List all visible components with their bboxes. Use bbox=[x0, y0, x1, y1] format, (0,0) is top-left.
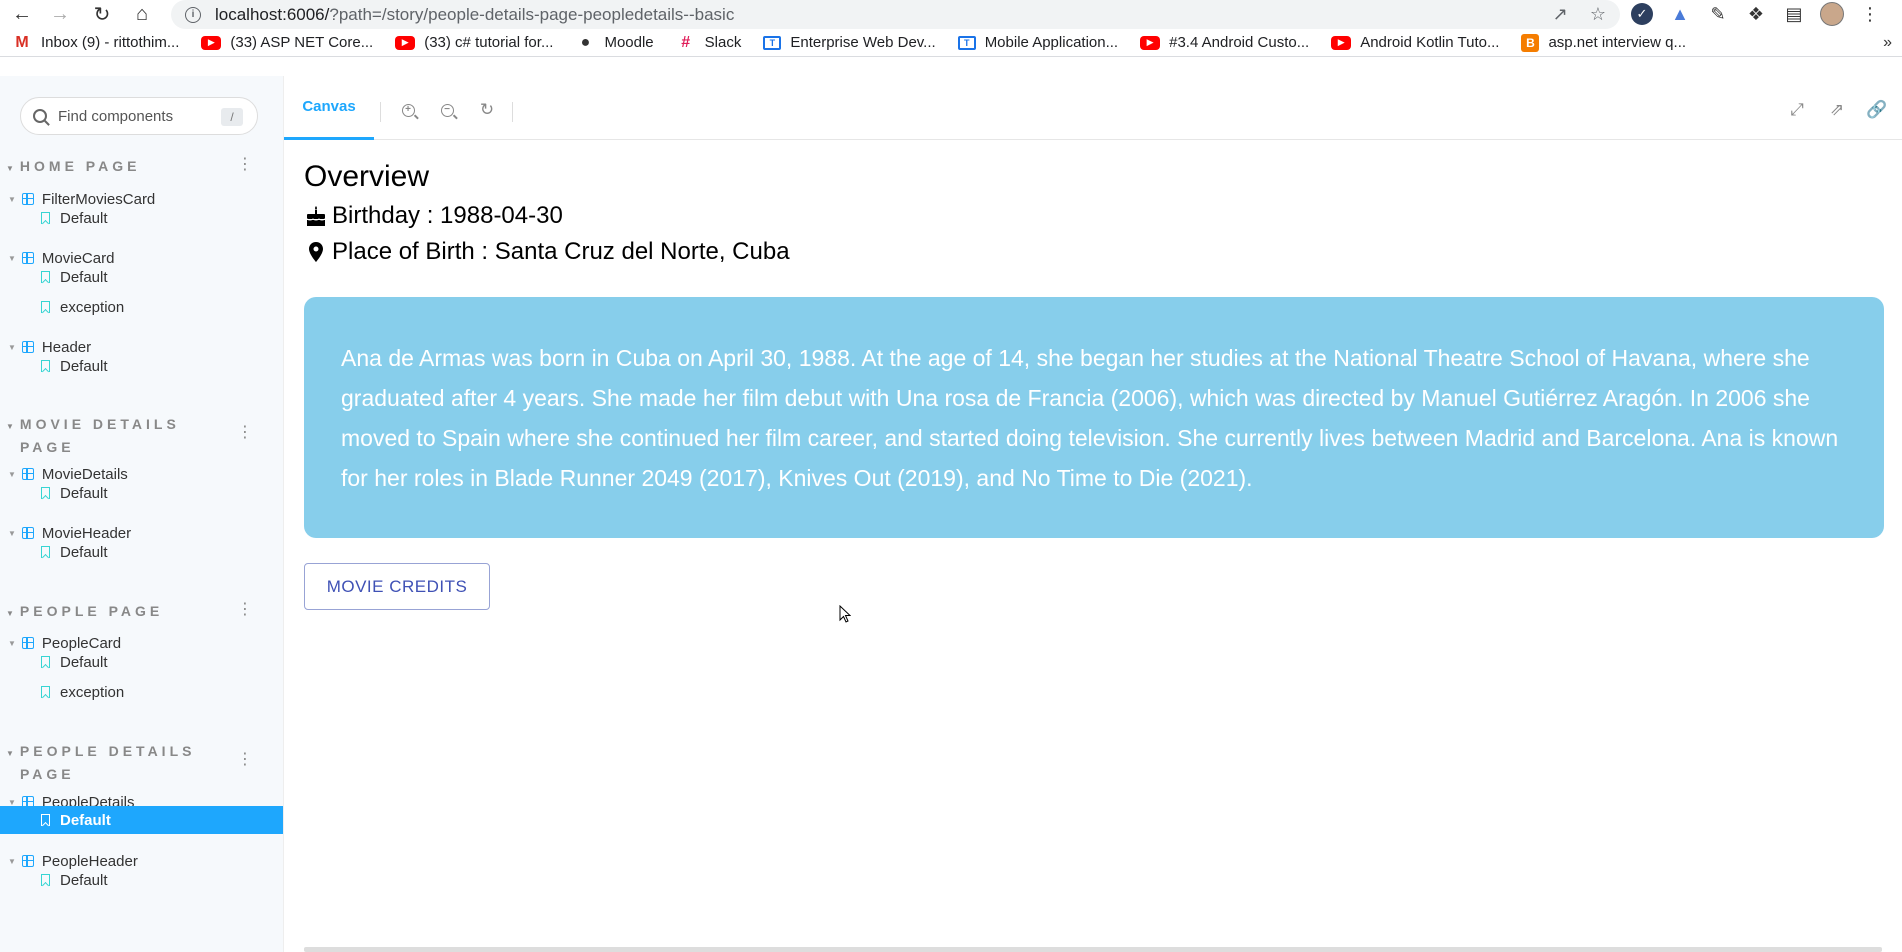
collapse-all-icon[interactable]: ⋮ bbox=[237, 749, 253, 769]
extension-pen-icon[interactable]: ✎ bbox=[1706, 2, 1730, 26]
group-people-page[interactable]: ▼ PEOPLE PAGE bbox=[6, 601, 163, 624]
youtube-icon: ▶ bbox=[201, 35, 222, 50]
story-icon bbox=[41, 212, 50, 224]
story-default[interactable]: Default bbox=[0, 648, 283, 676]
story-exception[interactable]: exception bbox=[0, 678, 283, 706]
preview-toolbar: Canvas + − ↻ ⤢ ⇗ 🔗 bbox=[284, 76, 1902, 140]
open-new-tab-icon[interactable]: ⇗ bbox=[1827, 100, 1847, 120]
search-icon bbox=[33, 109, 47, 123]
story-exception[interactable]: exception bbox=[0, 293, 283, 321]
copy-link-icon[interactable]: 🔗 bbox=[1866, 100, 1887, 120]
slack-icon: # bbox=[681, 33, 691, 51]
toolbar-divider bbox=[380, 102, 381, 122]
bookmarks-bar: M Inbox (9) - rittothim... ▶ (33) ASP NET … bbox=[0, 29, 1902, 57]
bookmark-item[interactable]: # Slack bbox=[676, 33, 741, 52]
bookmark-item[interactable]: ▶ (33) ASP NET Core... bbox=[201, 34, 373, 51]
back-arrow-icon[interactable]: ← bbox=[4, 0, 40, 29]
bookmark-item[interactable]: ▶ #3.4 Android Custo... bbox=[1140, 34, 1309, 51]
collapse-all-icon[interactable]: ⋮ bbox=[237, 599, 253, 619]
horizontal-scrollbar[interactable] bbox=[304, 947, 1882, 952]
group-home-page[interactable]: ▼ HOME PAGE bbox=[6, 156, 140, 179]
blogger-icon: B bbox=[1521, 33, 1540, 52]
story-default[interactable]: Default bbox=[0, 866, 283, 894]
story-icon bbox=[41, 814, 50, 826]
bookmark-item[interactable]: Basp.net interview q... bbox=[1521, 33, 1686, 52]
story-icon bbox=[41, 360, 50, 372]
bookmark-item[interactable]: T Mobile Application... bbox=[957, 34, 1118, 51]
tab-canvas[interactable]: Canvas bbox=[284, 76, 374, 140]
home-icon[interactable]: ⌂ bbox=[124, 0, 160, 29]
overview-heading: Overview bbox=[304, 160, 430, 193]
youtube-icon: ▶ bbox=[1331, 35, 1352, 50]
location-pin-icon bbox=[304, 240, 328, 264]
story-icon bbox=[41, 487, 50, 499]
story-default[interactable]: Default bbox=[0, 479, 283, 507]
story-icon bbox=[41, 686, 50, 698]
t-icon: T bbox=[763, 35, 782, 50]
extension-cap-icon[interactable]: ▲ bbox=[1668, 2, 1692, 26]
side-panel-icon[interactable]: ▤ bbox=[1782, 2, 1806, 26]
story-icon bbox=[41, 271, 50, 283]
story-default[interactable]: Default bbox=[0, 204, 283, 232]
birthday-line: Birthday : 1988-04-30 bbox=[304, 202, 1884, 230]
gmail-icon: M bbox=[15, 33, 29, 51]
collapse-all-icon[interactable]: ⋮ bbox=[237, 422, 253, 442]
biography-card: Ana de Armas was born in Cuba on April 3… bbox=[304, 297, 1884, 538]
story-icon bbox=[41, 546, 50, 558]
story-canvas: Overview Birthday : 1988-04-30 Place of … bbox=[304, 160, 1884, 610]
group-people-details-page[interactable]: ▼ PEOPLE DETAILS PAGE bbox=[6, 741, 195, 784]
story-default[interactable]: Default bbox=[0, 538, 283, 566]
profile-avatar[interactable] bbox=[1820, 2, 1844, 26]
youtube-icon: ▶ bbox=[395, 35, 416, 50]
place-of-birth-text: Place of Birth : Santa Cruz del Norte, C… bbox=[332, 238, 790, 265]
toolbar-divider bbox=[512, 102, 513, 122]
browser-toolbar: ← → ↻ ⌂ i localhost:6006/?path=/story/pe… bbox=[0, 0, 1902, 29]
globe-icon: ● bbox=[580, 33, 591, 51]
bookmarks-overflow-icon[interactable]: » bbox=[1883, 34, 1892, 52]
reload-icon[interactable]: ↻ bbox=[84, 0, 120, 29]
birthday-text: Birthday : 1988-04-30 bbox=[332, 202, 563, 229]
mouse-cursor-icon bbox=[839, 605, 851, 623]
zoom-reset-icon[interactable]: ↻ bbox=[477, 100, 497, 120]
t-icon: T bbox=[957, 35, 976, 50]
search-input[interactable]: Find components / bbox=[20, 97, 258, 135]
collapse-all-icon[interactable]: ⋮ bbox=[237, 154, 253, 174]
star-icon[interactable]: ☆ bbox=[1590, 4, 1606, 25]
story-default[interactable]: Default bbox=[0, 263, 283, 291]
address-bar[interactable]: i localhost:6006/?path=/story/people-det… bbox=[171, 0, 1620, 29]
zoom-out-icon[interactable]: − bbox=[437, 100, 457, 120]
zoom-in-icon[interactable]: + bbox=[398, 100, 418, 120]
bookmark-item[interactable]: ▶ Android Kotlin Tuto... bbox=[1331, 34, 1499, 51]
fullscreen-icon[interactable]: ⤢ bbox=[1787, 100, 1807, 120]
movie-credits-button[interactable]: MOVIE CREDITS bbox=[304, 563, 490, 610]
story-default[interactable]: Default bbox=[0, 352, 283, 380]
story-icon bbox=[41, 301, 50, 313]
extensions-puzzle-icon[interactable]: ❖ bbox=[1744, 2, 1768, 26]
menu-kebab-icon[interactable]: ⋮ bbox=[1858, 2, 1882, 26]
bookmark-item[interactable]: ● Moodle bbox=[575, 33, 654, 52]
site-info-icon[interactable]: i bbox=[185, 6, 201, 23]
bookmark-item[interactable]: ▶ (33) c# tutorial for... bbox=[395, 34, 553, 51]
story-default-selected[interactable]: Default bbox=[0, 806, 283, 834]
extension-check-icon[interactable]: ✓ bbox=[1630, 2, 1654, 26]
search-shortcut-badge: / bbox=[221, 108, 243, 126]
share-icon[interactable]: ↗ bbox=[1553, 4, 1568, 25]
preview-panel: Canvas + − ↻ ⤢ ⇗ 🔗 Overview Birthday : 1… bbox=[283, 76, 1902, 952]
story-icon bbox=[41, 874, 50, 886]
bookmark-item[interactable]: M Inbox (9) - rittothim... bbox=[12, 33, 179, 52]
bookmark-item[interactable]: T Enterprise Web Dev... bbox=[763, 34, 936, 51]
youtube-icon: ▶ bbox=[1140, 35, 1161, 50]
place-of-birth-line: Place of Birth : Santa Cruz del Norte, C… bbox=[304, 238, 1884, 266]
storybook-sidebar: Find components / ▼ HOME PAGE ⋮ ▼ FilterMo… bbox=[0, 76, 283, 952]
forward-arrow-icon[interactable]: → bbox=[42, 0, 78, 29]
group-movie-details-page[interactable]: ▼ MOVIE DETAILS PAGE bbox=[6, 414, 180, 457]
story-icon bbox=[41, 656, 50, 668]
url-text: localhost:6006/?path=/story/people-detai… bbox=[215, 4, 735, 24]
cake-icon bbox=[304, 204, 328, 228]
